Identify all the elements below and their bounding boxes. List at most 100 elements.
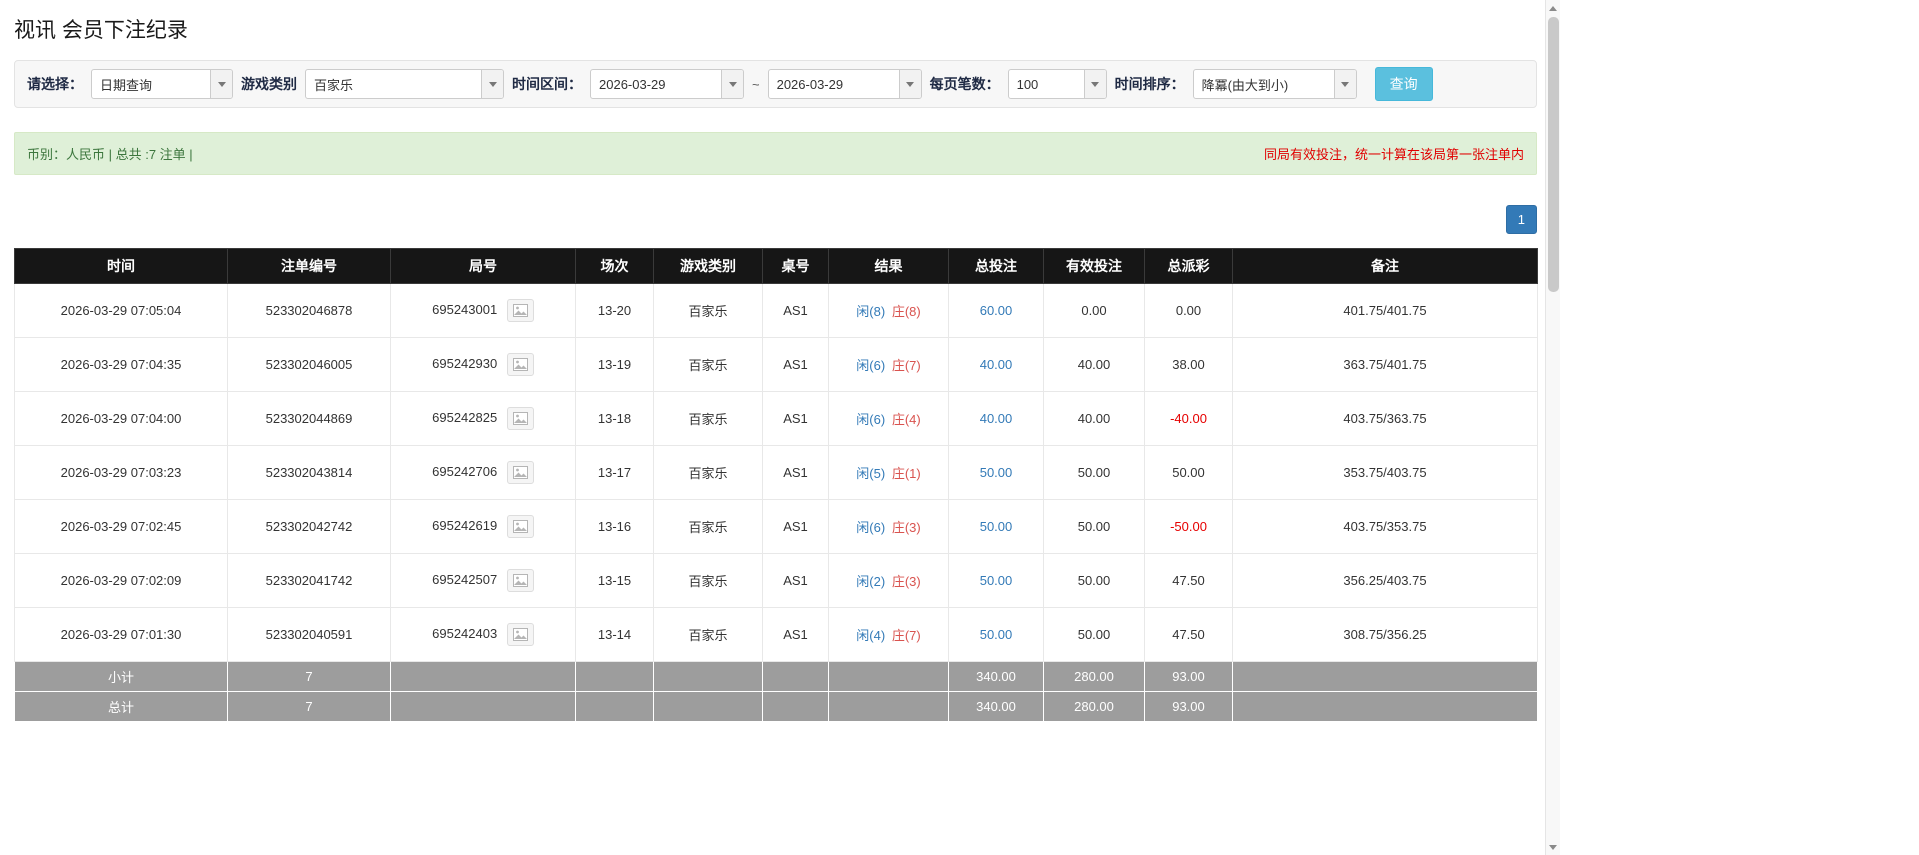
result-banker: 庄(3) xyxy=(891,574,921,589)
header-total-bet: 总投注 xyxy=(948,248,1044,284)
cell-round: 695242706 xyxy=(390,445,576,500)
cell-valid-bet: 50.00 xyxy=(1043,553,1145,608)
game-type-label: 游戏类别 xyxy=(241,76,297,92)
cell-valid-bet: 50.00 xyxy=(1043,499,1145,554)
cell-total-bet[interactable]: 60.00 xyxy=(948,283,1044,338)
result-player: 闲(6) xyxy=(856,520,886,535)
chevron-down-icon[interactable] xyxy=(1083,70,1106,98)
search-button[interactable]: 查询 xyxy=(1374,67,1433,101)
round-snapshot-icon[interactable] xyxy=(506,461,534,484)
scrollbar[interactable] xyxy=(1545,0,1560,855)
cell-game-type: 百家乐 xyxy=(653,553,763,608)
table-header: 时间 注单编号 局号 场次 游戏类别 桌号 结果 总投注 有效投注 总派彩 备注 xyxy=(14,248,1538,284)
chevron-down-icon[interactable] xyxy=(898,70,921,98)
range-separator: ~ xyxy=(752,76,760,92)
round-number: 695242507 xyxy=(432,571,498,587)
result-player: 闲(4) xyxy=(856,628,886,643)
cell-valid-bet: 0.00 xyxy=(1043,283,1145,338)
round-snapshot-icon[interactable] xyxy=(506,623,534,646)
page-title: 视讯 会员下注纪录 xyxy=(14,19,188,42)
sort-select[interactable]: 降冪(由大到小) xyxy=(1192,69,1357,99)
cell-total-bet[interactable]: 40.00 xyxy=(948,391,1044,446)
round-number: 695242619 xyxy=(432,517,498,533)
header-note: 备注 xyxy=(1232,248,1538,284)
chevron-down-icon[interactable] xyxy=(210,70,232,98)
cell-valid-bet: 50.00 xyxy=(1043,607,1145,662)
cell-payout: 0.00 xyxy=(1144,283,1233,338)
game-type-select[interactable]: 百家乐 xyxy=(305,69,504,99)
table-row: 2026-03-29 07:02:45 523302042742 6952426… xyxy=(14,499,1538,554)
query-mode-value[interactable]: 日期查询 xyxy=(92,70,210,98)
round-snapshot-icon[interactable] xyxy=(506,353,534,376)
cell-payout: 50.00 xyxy=(1144,445,1233,500)
cell-valid-bet: 40.00 xyxy=(1043,391,1145,446)
table-row: 2026-03-29 07:01:30 523302040591 6952424… xyxy=(14,607,1538,662)
page-button-1[interactable]: 1 xyxy=(1505,205,1537,234)
round-number: 695242825 xyxy=(432,409,498,425)
table-row: 2026-03-29 07:02:09 523302041742 6952425… xyxy=(14,553,1538,608)
total-payout: 93.00 xyxy=(1144,691,1233,722)
cell-payout: 47.50 xyxy=(1144,607,1233,662)
cell-round: 695243001 xyxy=(390,283,576,338)
pagination: 1 xyxy=(14,205,1537,234)
cell-result: 闲(6) 庄(4) xyxy=(828,391,949,446)
chevron-down-icon[interactable] xyxy=(481,70,503,98)
cell-note: 403.75/363.75 xyxy=(1232,391,1538,446)
table-footer: 小计 7 340.00 280.00 93.00 总计 7 340.00 280… xyxy=(14,661,1538,722)
cell-time: 2026-03-29 07:01:30 xyxy=(14,607,228,662)
scrollbar-thumb[interactable] xyxy=(1548,17,1559,292)
cell-game-type: 百家乐 xyxy=(653,499,763,554)
date-from-select[interactable]: 2026-03-29 xyxy=(590,69,744,99)
summary-bar: 币别：人民币 | 总共 :7 注单 | 同局有效投注，统一计算在该局第一张注单内 xyxy=(14,132,1537,175)
cell-time: 2026-03-29 07:02:45 xyxy=(14,499,228,554)
cell-note: 363.75/401.75 xyxy=(1232,337,1538,392)
chevron-down-icon[interactable] xyxy=(721,70,743,98)
cell-table-no: AS1 xyxy=(762,445,829,500)
cell-table-no: AS1 xyxy=(762,607,829,662)
chevron-down-icon[interactable] xyxy=(1333,70,1356,98)
round-snapshot-icon[interactable] xyxy=(506,299,534,322)
result-banker: 庄(3) xyxy=(891,520,921,535)
subtotal-valid-bet: 280.00 xyxy=(1043,661,1145,692)
scroll-down-button[interactable] xyxy=(1546,839,1560,855)
date-to-value[interactable]: 2026-03-29 xyxy=(769,70,899,98)
result-banker: 庄(8) xyxy=(891,304,921,319)
header-payout: 总派彩 xyxy=(1144,248,1233,284)
date-from-value[interactable]: 2026-03-29 xyxy=(591,70,721,98)
result-banker: 庄(7) xyxy=(891,358,921,373)
cell-total-bet[interactable]: 50.00 xyxy=(948,607,1044,662)
cell-result: 闲(4) 庄(7) xyxy=(828,607,949,662)
query-mode-select[interactable]: 日期查询 xyxy=(91,69,233,99)
round-snapshot-icon[interactable] xyxy=(506,407,534,430)
cell-payout: 47.50 xyxy=(1144,553,1233,608)
cell-result: 闲(6) 庄(7) xyxy=(828,337,949,392)
cell-payout: -50.00 xyxy=(1144,499,1233,554)
round-snapshot-icon[interactable] xyxy=(506,569,534,592)
cell-result: 闲(8) 庄(8) xyxy=(828,283,949,338)
cell-total-bet[interactable]: 40.00 xyxy=(948,337,1044,392)
date-to-select[interactable]: 2026-03-29 xyxy=(767,69,922,99)
cell-total-bet[interactable]: 50.00 xyxy=(948,499,1044,554)
header-valid-bet: 有效投注 xyxy=(1043,248,1145,284)
game-type-value[interactable]: 百家乐 xyxy=(306,70,481,98)
cell-result: 闲(2) 庄(3) xyxy=(828,553,949,608)
cell-payout: 38.00 xyxy=(1144,337,1233,392)
cell-bet-id: 523302041742 xyxy=(227,553,391,608)
sort-value[interactable]: 降冪(由大到小) xyxy=(1194,70,1334,98)
page-size-value[interactable]: 100 xyxy=(1009,70,1084,98)
total-valid-bet: 280.00 xyxy=(1043,691,1145,722)
result-player: 闲(6) xyxy=(856,358,886,373)
round-snapshot-icon[interactable] xyxy=(506,515,534,538)
cell-bet-id: 523302042742 xyxy=(227,499,391,554)
cell-time: 2026-03-29 07:03:23 xyxy=(14,445,228,500)
cell-time: 2026-03-29 07:04:00 xyxy=(14,391,228,446)
cell-game-type: 百家乐 xyxy=(653,607,763,662)
cell-total-bet[interactable]: 50.00 xyxy=(948,445,1044,500)
scroll-up-button[interactable] xyxy=(1546,0,1560,16)
select-mode-label: 请选择： xyxy=(27,76,83,92)
cell-total-bet[interactable]: 50.00 xyxy=(948,553,1044,608)
cell-table-no: AS1 xyxy=(762,283,829,338)
cell-table-no: AS1 xyxy=(762,391,829,446)
page-size-select[interactable]: 100 xyxy=(1007,69,1107,99)
cell-bet-id: 523302046005 xyxy=(227,337,391,392)
